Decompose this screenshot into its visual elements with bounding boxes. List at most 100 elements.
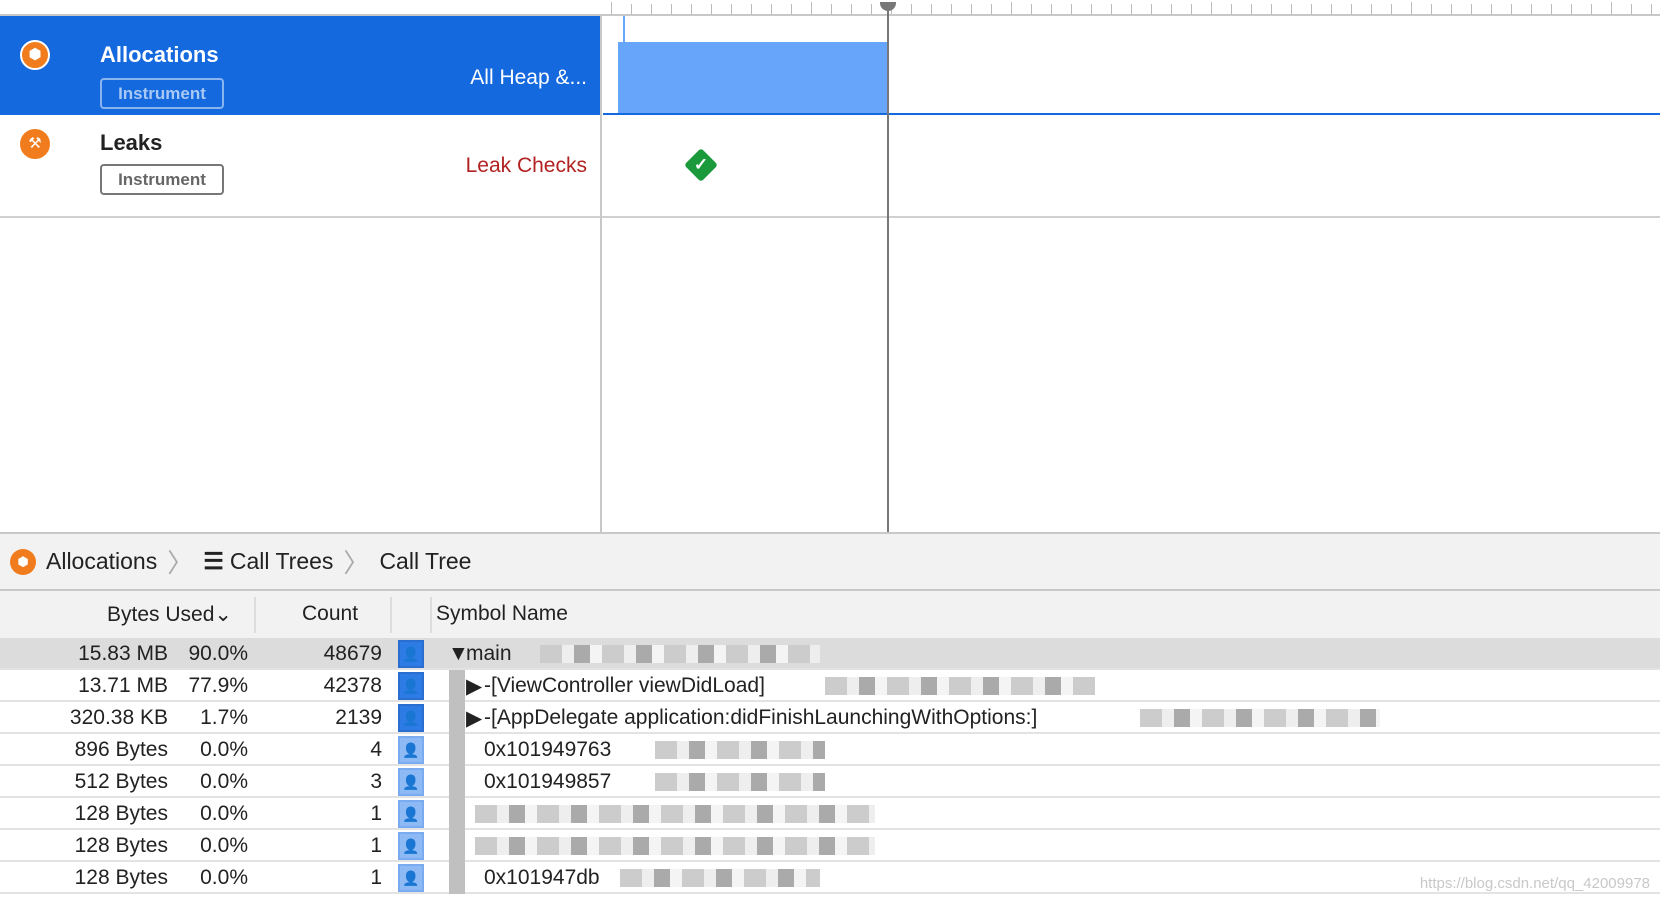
ruler-tick (991, 4, 992, 14)
table-row[interactable]: 320.38 KB 1.7% 2139 👤 ▶ -[AppDelegate ap… (0, 702, 1660, 734)
ruler-tick (1271, 4, 1272, 14)
chevron-right-icon: 〉 (167, 548, 194, 578)
track-leaks[interactable]: ⚒ Leaks Instrument Leak Checks (0, 115, 601, 218)
watermark: https://blog.csdn.net/qq_42009978 (1419, 875, 1650, 892)
bytes-used: 15.83 MB (78, 642, 168, 665)
ruler-tick (1131, 4, 1132, 14)
symbol-name: 0x101949857 (484, 770, 612, 793)
ruler-tick (651, 4, 652, 14)
table-row[interactable]: 896 Bytes 0.0% 4 👤 0x101949763 (0, 734, 1660, 766)
ruler-tick (1651, 4, 1652, 14)
count: 3 (370, 770, 382, 793)
redacted-area (825, 677, 1095, 695)
redacted-area (655, 773, 825, 791)
ruler-tick (1491, 4, 1492, 14)
ruler-tick (851, 4, 852, 14)
ruler-tick (811, 2, 812, 14)
user-code-icon: 👤 (398, 832, 424, 860)
bytes-percent: 0.0% (200, 802, 248, 825)
ruler-tick (1251, 4, 1252, 14)
track-subtitle[interactable]: Leak Checks (466, 154, 587, 178)
ruler-tick (1111, 4, 1112, 14)
redacted-area (540, 645, 820, 663)
ruler-tick (1231, 4, 1232, 14)
tree-indent-guide (449, 862, 465, 894)
ruler-tick (1351, 4, 1352, 14)
ruler-tick (1171, 4, 1172, 14)
track-name: Leaks (100, 130, 163, 155)
ruler-tick (731, 4, 732, 14)
redacted-area (475, 805, 875, 823)
bytes-percent: 77.9% (188, 674, 248, 697)
ruler-tick (1431, 4, 1432, 14)
sort-chevron-icon: ⌄ (214, 603, 232, 626)
bytes-percent: 0.0% (200, 738, 248, 761)
ruler-tick (1531, 4, 1532, 14)
bytes-percent: 90.0% (188, 642, 248, 665)
ruler-tick (1191, 4, 1192, 14)
user-code-icon: 👤 (398, 704, 424, 732)
track-subtitle[interactable]: All Heap &... (470, 66, 587, 90)
ruler-tick (1411, 2, 1412, 14)
disclosure-triangle-icon[interactable]: ▶ (466, 706, 482, 731)
chevron-right-icon: 〉 (343, 548, 370, 578)
tree-indent-guide (449, 702, 465, 734)
column-bytes-used[interactable]: Bytes Used⌄ (107, 602, 232, 627)
breadcrumb-call-tree[interactable]: Call Tree (379, 548, 471, 575)
tree-indent-guide (449, 798, 465, 830)
ruler-tick (1071, 4, 1072, 14)
table-row[interactable]: 512 Bytes 0.0% 3 👤 0x101949857 (0, 766, 1660, 798)
ruler-tick (871, 4, 872, 14)
count: 42378 (323, 674, 382, 697)
user-code-icon: 👤 (398, 768, 424, 796)
table-header: Bytes Used⌄ Count Symbol Name (0, 591, 1660, 638)
table-row[interactable]: 15.83 MB 90.0% 48679 👤 ▼ main (0, 638, 1660, 670)
breadcrumb-call-trees[interactable]: Call Trees (230, 548, 334, 575)
ruler-tick (1591, 4, 1592, 14)
ruler-tick (1451, 4, 1452, 14)
ruler-tick (911, 4, 912, 14)
ruler-tick (1051, 4, 1052, 14)
instrument-badge: Instrument (100, 78, 224, 109)
ruler-tick (611, 2, 612, 14)
playhead[interactable] (887, 6, 889, 532)
disclosure-triangle-icon[interactable]: ▶ (466, 674, 482, 699)
symbol-name: -[ViewController viewDidLoad] (484, 674, 765, 697)
bytes-used: 128 Bytes (74, 802, 168, 825)
ruler-tick (671, 4, 672, 14)
redacted-area (620, 869, 820, 887)
ruler-tick (711, 4, 712, 14)
redacted-area (1140, 709, 1380, 727)
breadcrumb: ⬢ Allocations 〉 ☰ Call Trees 〉 Call Tree (0, 532, 1660, 591)
heap-graph-area (618, 42, 888, 113)
ruler-tick (1471, 4, 1472, 14)
ruler-tick (1311, 4, 1312, 14)
allocations-graph[interactable] (603, 16, 1660, 115)
ruler-tick (1511, 4, 1512, 14)
leaks-graph[interactable]: ✓ (601, 115, 1660, 218)
column-count[interactable]: Count (302, 602, 358, 626)
count: 2139 (335, 706, 382, 729)
bytes-used: 512 Bytes (74, 770, 168, 793)
bytes-used: 13.71 MB (78, 674, 168, 697)
bytes-used: 320.38 KB (69, 706, 168, 729)
breadcrumb-allocations[interactable]: Allocations (46, 548, 157, 575)
allocations-icon: ⬢ (10, 548, 36, 575)
column-symbol-name[interactable]: Symbol Name (436, 602, 568, 626)
timeline-ruler[interactable] (601, 0, 1660, 16)
ruler-tick (831, 4, 832, 14)
bytes-percent: 1.7% (200, 706, 248, 729)
divider[interactable] (600, 16, 602, 532)
track-allocations[interactable]: ⬢ Allocations Instrument All Heap &... (0, 16, 601, 115)
ruler-tick (791, 4, 792, 14)
count: 1 (370, 802, 382, 825)
user-code-icon: 👤 (398, 672, 424, 700)
ruler-tick (1371, 4, 1372, 14)
ruler-tick (1291, 4, 1292, 14)
ruler-tick (1611, 2, 1612, 14)
leak-check-ok-icon[interactable]: ✓ (684, 148, 718, 182)
bytes-used: 128 Bytes (74, 834, 168, 857)
table-row[interactable]: 128 Bytes 0.0% 1 👤 0x101947db (0, 862, 1660, 894)
redacted-area (655, 741, 825, 759)
ruler-tick (1151, 4, 1152, 14)
